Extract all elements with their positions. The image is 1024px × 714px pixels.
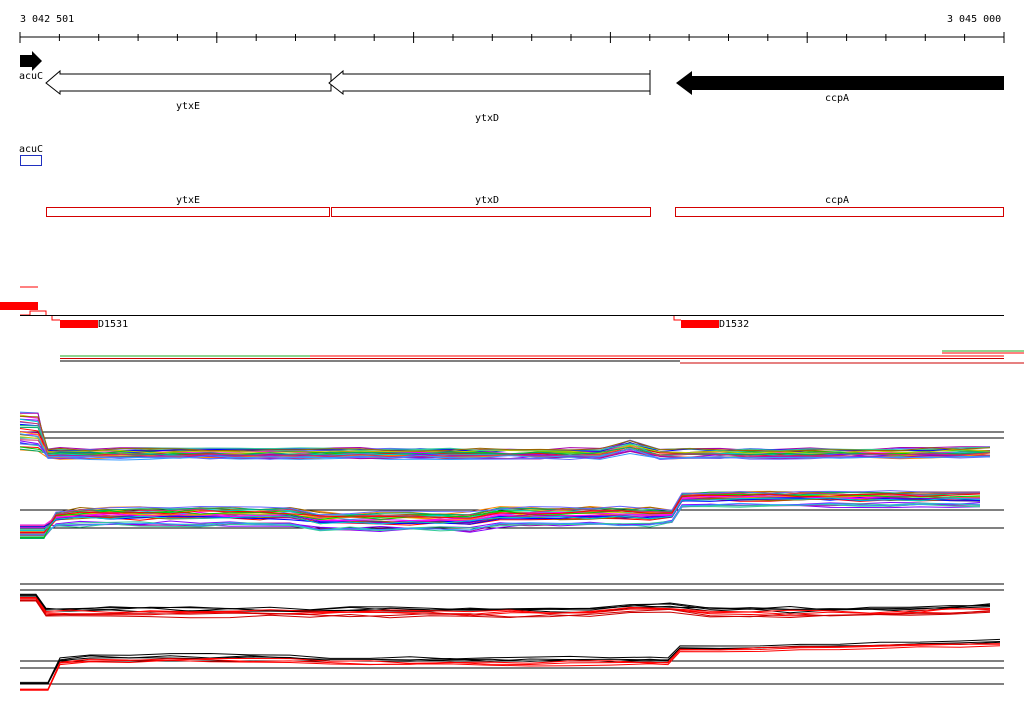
expression-panel-1	[19, 411, 1004, 539]
expression-profile-lines	[19, 411, 991, 539]
ytxE-annotation-label: ytxE	[176, 195, 201, 206]
profile-line-upper	[19, 439, 991, 454]
acuC-gene-label[interactable]: acuC	[19, 71, 43, 82]
ytxD-gene-arrow[interactable]	[328, 69, 651, 96]
ytxE-annotation-box[interactable]	[46, 207, 330, 217]
summary-profile-lines	[20, 593, 1001, 691]
profile-line-upper	[19, 415, 991, 452]
profile-line-upper	[19, 424, 991, 457]
acuC-annotation-box[interactable]	[20, 155, 42, 166]
ccpA-annotation-label: ccpA	[825, 195, 850, 206]
genome-browser-canvas[interactable]	[0, 0, 1024, 714]
d1532-feature-block[interactable]	[681, 320, 719, 328]
profile-line-upper	[19, 421, 991, 452]
ruler-start-label: 3 042 501	[20, 14, 75, 25]
summary-line-lower	[20, 643, 1001, 690]
ccpA-gene-arrow[interactable]	[676, 71, 1004, 95]
acuC-gene-arrow[interactable]	[20, 51, 42, 71]
gene-track	[20, 51, 1004, 96]
coordinate-ruler	[19, 32, 1005, 43]
summary-line-upper	[20, 593, 991, 611]
ccpA-gene-label[interactable]: ccpA	[825, 93, 849, 104]
acuC-annotation-label: acuC	[19, 144, 44, 155]
ytxD-gene-label[interactable]: ytxD	[475, 113, 499, 124]
d1531-feature-block[interactable]	[60, 320, 98, 328]
summary-line-lower	[20, 643, 1001, 690]
profile-line-upper	[19, 428, 991, 457]
left-feature-block[interactable]	[0, 302, 38, 310]
feature-label-d1531[interactable]: D1531	[98, 319, 128, 330]
feature-track	[0, 286, 1024, 364]
expression-panel-2	[20, 583, 1004, 691]
ytxE-gene-label[interactable]: ytxE	[176, 101, 200, 112]
ytxE-gene-arrow[interactable]	[45, 69, 332, 96]
profile-line-upper	[19, 421, 991, 458]
ytxD-annotation-box[interactable]	[331, 207, 651, 217]
annotation-track	[20, 155, 1004, 217]
feature-label-d1532[interactable]: D1532	[719, 319, 749, 330]
ccpA-annotation-box[interactable]	[675, 207, 1004, 217]
ytxD-annotation-label: ytxD	[475, 195, 500, 206]
ruler-end-label: 3 045 000	[947, 14, 1002, 25]
